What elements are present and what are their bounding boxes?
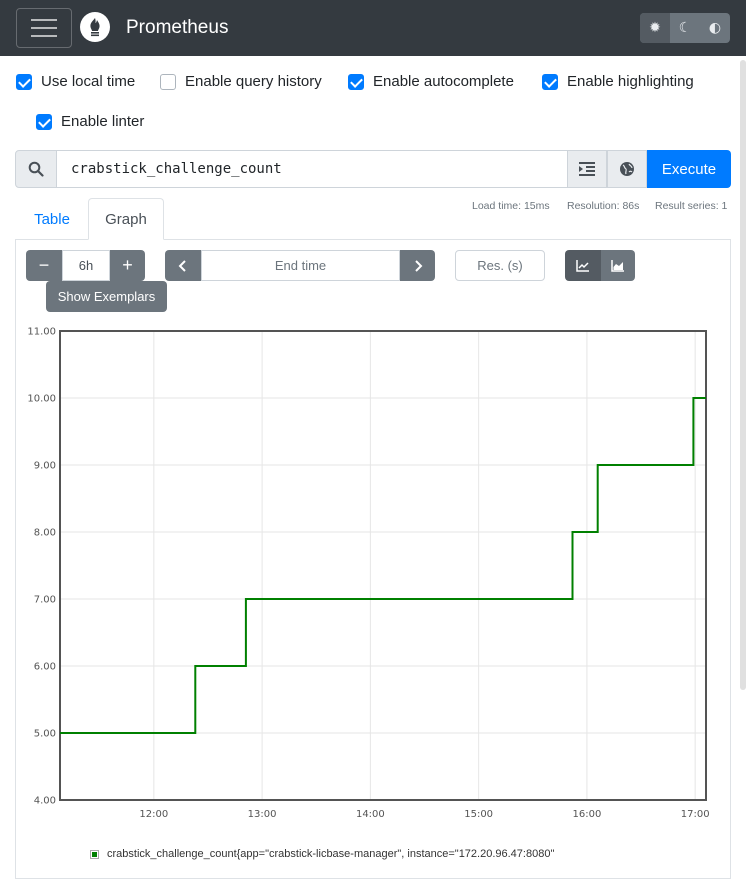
autocomplete-checkbox[interactable]: [348, 73, 364, 90]
sun-icon: ✹: [649, 20, 661, 36]
end-time-forward-button[interactable]: [400, 250, 435, 281]
hamburger-icon-bar: [31, 35, 57, 37]
y-tick-label: 5.00: [34, 729, 56, 740]
hamburger-icon: [31, 19, 57, 21]
y-tick-label: 4.00: [34, 796, 56, 807]
hamburger-icon-bar: [31, 27, 57, 29]
navbar: Prometheus ✹ ☾ ◐: [0, 0, 746, 56]
metrics-explorer-button[interactable]: [607, 150, 647, 188]
end-time-back-button[interactable]: [165, 250, 201, 281]
option-label: Enable autocomplete: [373, 73, 514, 90]
y-tick-label: 10.00: [27, 394, 56, 405]
y-tick-label: 6.00: [34, 662, 56, 673]
legend-series-label: crabstick_challenge_count{app="crabstick…: [107, 848, 555, 860]
plot-border: [59, 330, 707, 801]
theme-auto-button[interactable]: ◐: [700, 13, 730, 43]
page-scrollbar[interactable]: [740, 60, 746, 690]
option-label: Enable query history: [185, 73, 322, 90]
result-series-stat: Result series: 1: [655, 200, 728, 212]
option-highlighting[interactable]: Enable highlighting: [542, 73, 694, 90]
range-decrease-button[interactable]: −: [26, 250, 62, 281]
option-label: Use local time: [41, 73, 136, 90]
range-input[interactable]: 6h: [62, 250, 110, 281]
series-line: [60, 397, 706, 734]
graph-chart[interactable]: 4.00 5.00 6.00 7.00 8.00 9.00 10.00 11.00 12:00 1…: [20, 320, 720, 825]
prometheus-logo-icon[interactable]: [80, 12, 110, 42]
x-tick-label: 12:00: [139, 809, 168, 820]
globe-icon: [620, 162, 634, 176]
resolution-input[interactable]: Res. (s): [455, 250, 545, 281]
execute-button[interactable]: Execute: [647, 150, 731, 188]
y-tick-label: 7.00: [34, 595, 56, 606]
x-tick-label: 15:00: [464, 809, 493, 820]
search-icon: [28, 161, 44, 177]
linter-checkbox[interactable]: [36, 113, 52, 130]
option-autocomplete[interactable]: Enable autocomplete: [348, 73, 514, 90]
moon-icon: ☾: [678, 20, 692, 36]
resolution-stat: Resolution: 86s: [567, 200, 640, 212]
use-local-time-checkbox[interactable]: [16, 73, 32, 90]
theme-light-button[interactable]: ✹: [640, 13, 670, 43]
adjust-icon: ◐: [708, 20, 722, 36]
chevron-left-icon: [178, 259, 186, 272]
option-label: Enable linter: [61, 113, 145, 130]
tab-table[interactable]: Table: [16, 198, 88, 240]
expression-input[interactable]: crabstick_challenge_count: [56, 150, 568, 188]
legend-swatch: [90, 849, 99, 859]
end-time-input[interactable]: End time: [201, 250, 400, 281]
nav-toggle-button[interactable]: [16, 8, 72, 48]
option-label: Enable highlighting: [567, 73, 694, 90]
option-linter[interactable]: Enable linter: [36, 113, 144, 130]
indent-icon: [579, 162, 595, 176]
x-tick-label: 14:00: [356, 809, 385, 820]
option-use-local-time[interactable]: Use local time: [16, 73, 135, 90]
stacked-chart-button[interactable]: [601, 250, 635, 281]
y-tick-label: 11.00: [27, 327, 56, 338]
theme-toggle-group: ✹ ☾ ◐: [640, 13, 730, 43]
y-tick-label: 9.00: [34, 461, 56, 472]
option-query-history[interactable]: Enable query history: [160, 73, 322, 90]
format-expression-button[interactable]: [567, 150, 607, 188]
theme-dark-button[interactable]: ☾: [670, 13, 700, 43]
area-chart-icon: [611, 259, 624, 272]
legend[interactable]: crabstick_challenge_count{app="crabstick…: [90, 848, 554, 860]
load-time-stat: Load time: 15ms: [472, 200, 550, 212]
x-tick-label: 17:00: [681, 809, 710, 820]
chevron-right-icon: [414, 259, 422, 272]
show-exemplars-button[interactable]: Show Exemplars: [46, 281, 167, 312]
line-chart-icon: [576, 259, 589, 272]
unstacked-chart-button[interactable]: [565, 250, 601, 281]
x-tick-label: 16:00: [572, 809, 601, 820]
range-increase-button[interactable]: +: [110, 250, 145, 281]
x-tick-label: 13:00: [248, 809, 277, 820]
y-tick-label: 8.00: [34, 528, 56, 539]
brand-title[interactable]: Prometheus: [126, 17, 228, 39]
expression-search-addon: [15, 150, 57, 188]
highlighting-checkbox[interactable]: [542, 73, 558, 90]
tab-graph[interactable]: Graph: [88, 198, 164, 240]
query-history-checkbox[interactable]: [160, 73, 176, 90]
